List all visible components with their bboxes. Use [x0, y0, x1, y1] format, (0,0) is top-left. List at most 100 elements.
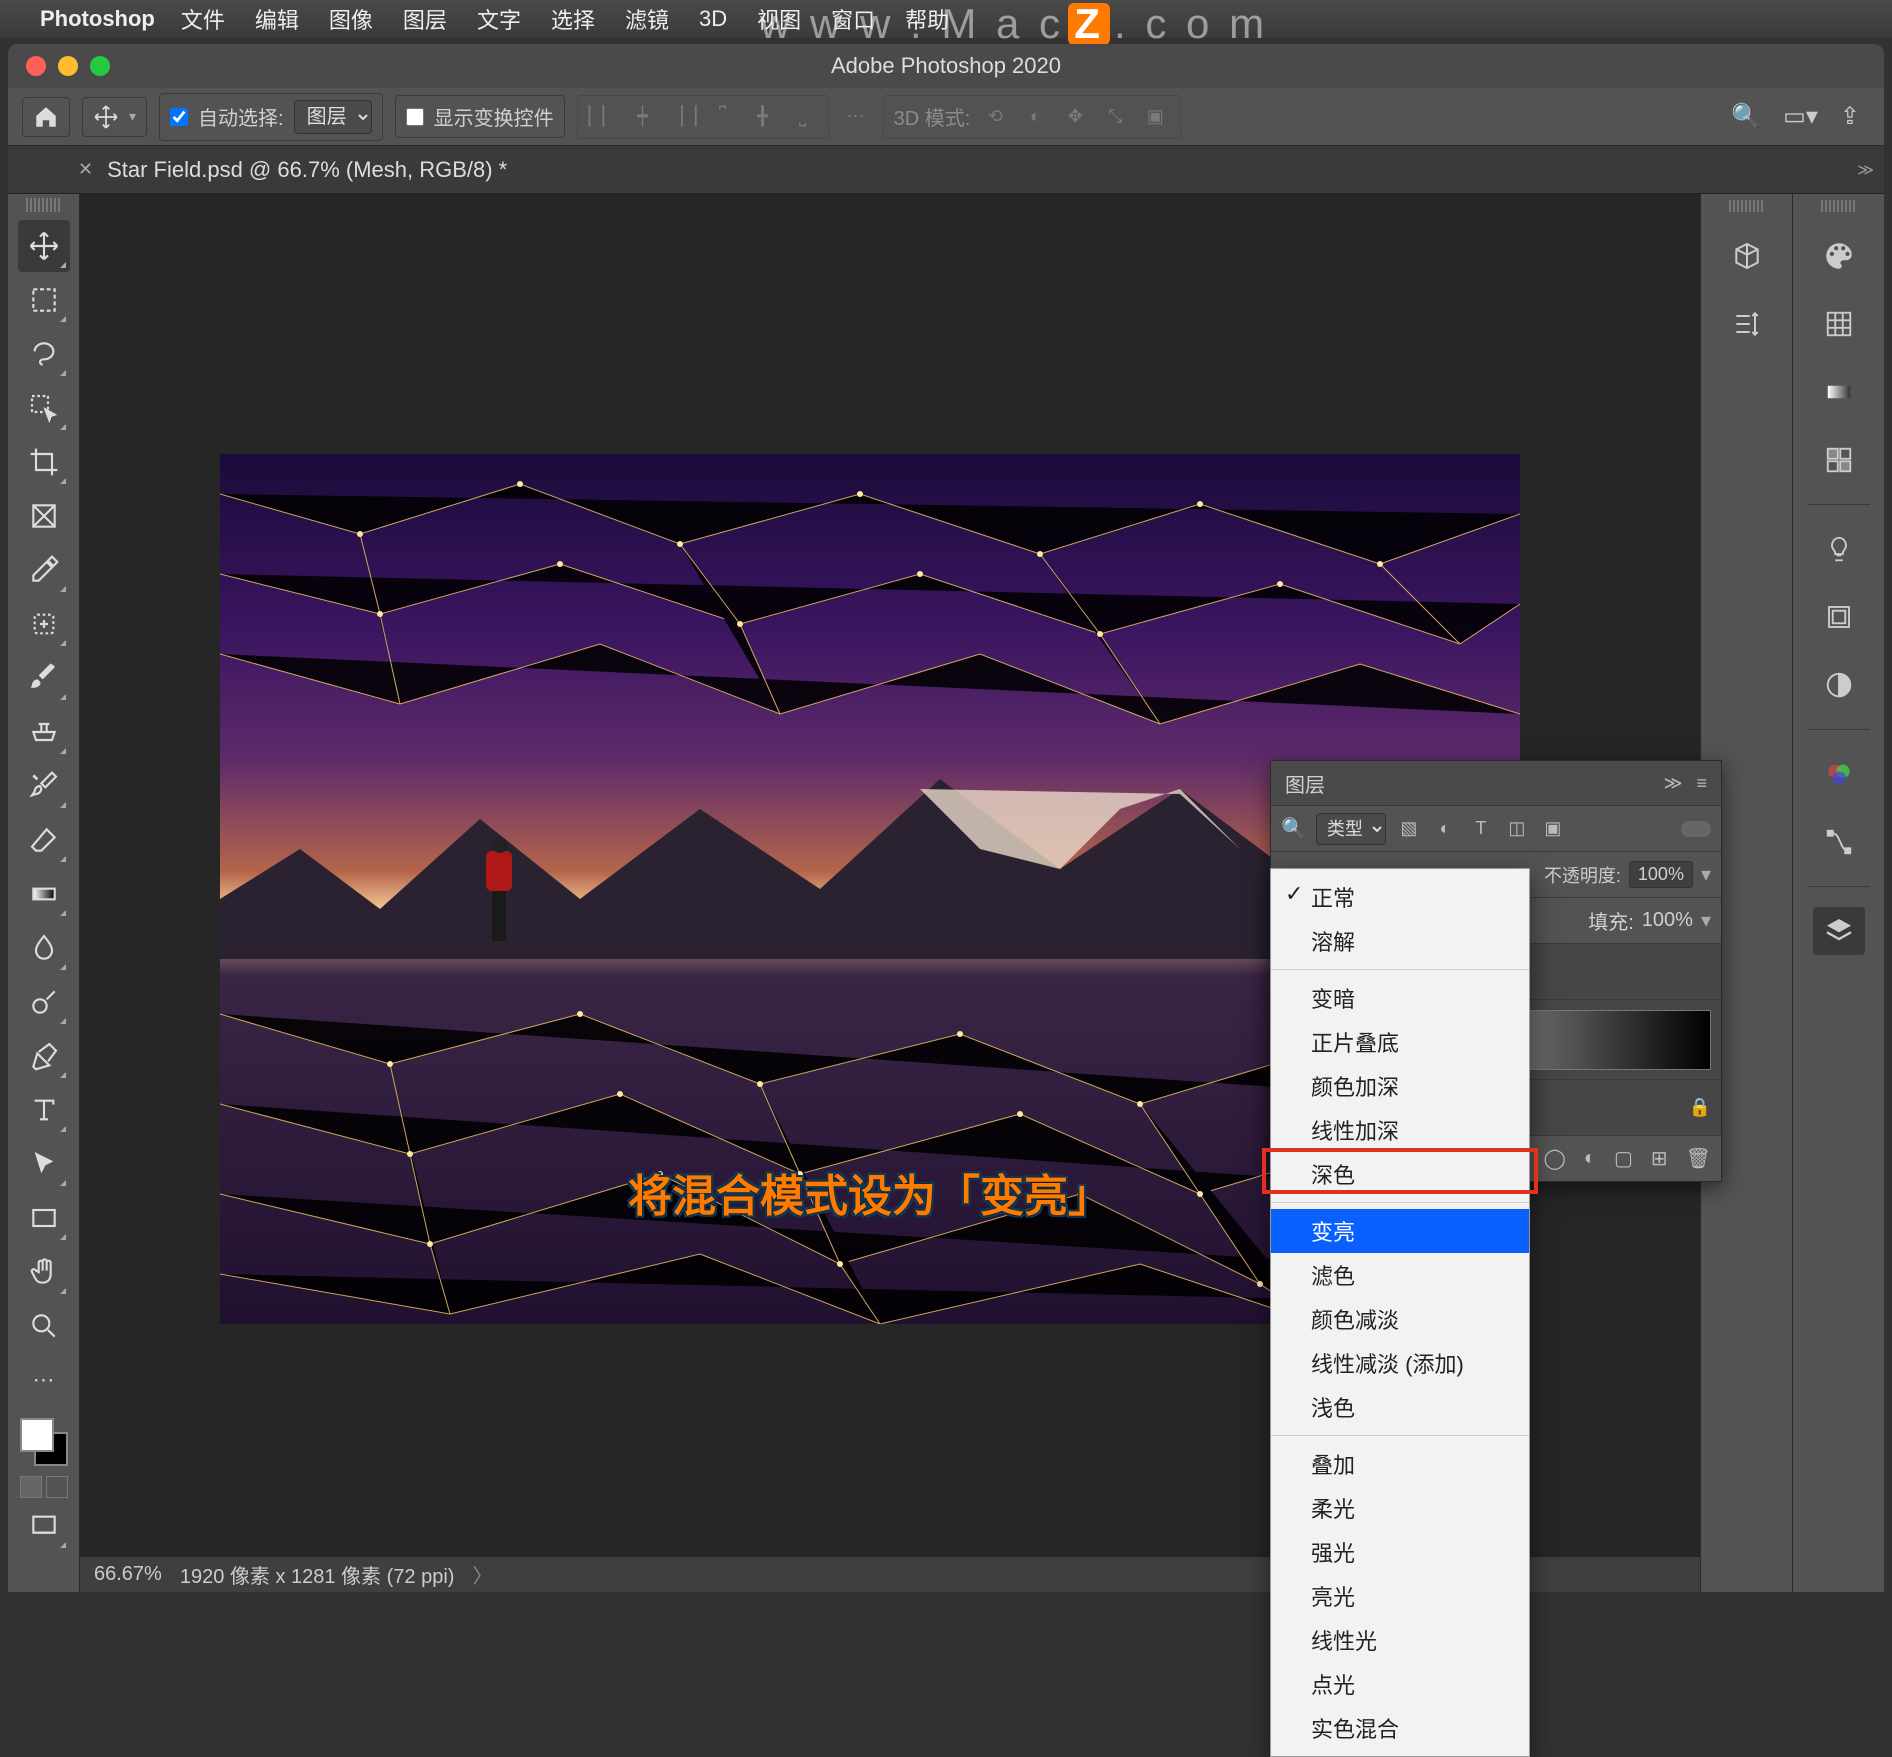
blend-opt-darkercolor[interactable]: 深色 [1271, 1152, 1529, 1196]
align-middle-icon[interactable]: ╋ [748, 102, 778, 132]
filter-type-icon[interactable]: T [1468, 816, 1494, 842]
align-right-icon[interactable]: ▕▕ [668, 102, 698, 132]
blend-opt-vividlight[interactable]: 亮光 [1271, 1574, 1529, 1618]
new-layer-icon[interactable]: ⊞ [1651, 1146, 1668, 1171]
filter-shape-icon[interactable]: ◫ [1504, 816, 1530, 842]
gradients-panel-icon[interactable] [1813, 368, 1865, 416]
blend-opt-pinlight[interactable]: 点光 [1271, 1662, 1529, 1706]
eraser-tool[interactable] [18, 814, 70, 866]
auto-select-checkbox[interactable] [170, 108, 188, 126]
healing-brush-tool[interactable] [18, 598, 70, 650]
menu-type[interactable]: 文字 [477, 3, 521, 35]
document-tab[interactable]: ✕ Star Field.psd @ 66.7% (Mesh, RGB/8) * [78, 157, 507, 183]
arrange-panel-icon[interactable] [1721, 300, 1773, 348]
blend-mode-dropdown[interactable]: 正常 溶解 变暗 正片叠底 颜色加深 线性加深 深色 变亮 滤色 颜色减淡 线性… [1270, 868, 1530, 1757]
blend-opt-colordodge[interactable]: 颜色减淡 [1271, 1297, 1529, 1341]
layer-mask-icon[interactable]: ◯ [1543, 1146, 1565, 1171]
auto-select-dropdown[interactable]: 图层 [294, 100, 372, 134]
blend-opt-lighten[interactable]: 变亮 [1271, 1209, 1529, 1253]
fill-value[interactable]: 100% [1642, 909, 1693, 932]
align-center-h-icon[interactable]: ┿ [628, 102, 658, 132]
menu-edit[interactable]: 编辑 [255, 3, 299, 35]
dock-a-grip[interactable] [1729, 200, 1765, 212]
layers-panel-icon[interactable] [1813, 907, 1865, 955]
toolbox-grip[interactable] [26, 198, 62, 212]
app-name[interactable]: Photoshop [40, 6, 155, 32]
dock-b-grip[interactable] [1821, 200, 1857, 212]
blend-opt-multiply[interactable]: 正片叠底 [1271, 1020, 1529, 1064]
pen-tool[interactable] [18, 1030, 70, 1082]
crop-tool[interactable] [18, 436, 70, 488]
filter-pixel-icon[interactable]: ▧ [1396, 816, 1422, 842]
blend-opt-dissolve[interactable]: 溶解 [1271, 919, 1529, 963]
3d-roll-icon[interactable]: ◐ [1020, 102, 1050, 132]
home-button[interactable] [22, 97, 70, 137]
learn-panel-icon[interactable] [1813, 525, 1865, 573]
3d-panel-icon[interactable] [1721, 232, 1773, 280]
blend-opt-darken[interactable]: 变暗 [1271, 976, 1529, 1020]
history-brush-tool[interactable] [18, 760, 70, 812]
filter-adjust-icon[interactable]: ◐ [1432, 816, 1458, 842]
layers-panel-title[interactable]: 图层 [1285, 769, 1325, 798]
layer-filter-select[interactable]: 类型 [1316, 813, 1386, 845]
lasso-tool[interactable] [18, 328, 70, 380]
filter-toggle-icon[interactable] [1681, 821, 1711, 837]
more-align-icon[interactable]: ⋯ [841, 102, 871, 132]
menu-file[interactable]: 文件 [181, 3, 225, 35]
type-tool[interactable] [18, 1084, 70, 1136]
screen-mode-button[interactable] [18, 1500, 70, 1552]
foreground-color-swatch[interactable] [20, 1418, 54, 1452]
move-tool[interactable] [18, 220, 70, 272]
move-tool-indicator[interactable]: ▾ [82, 97, 147, 137]
new-group-icon[interactable]: ▢ [1614, 1146, 1633, 1171]
collapse-panels-icon[interactable]: ≫ [1857, 160, 1874, 180]
gradient-tool[interactable] [18, 868, 70, 920]
opacity-value[interactable]: 100% [1629, 861, 1693, 888]
tab-close-icon[interactable]: ✕ [78, 159, 93, 180]
blend-opt-linearburn[interactable]: 线性加深 [1271, 1108, 1529, 1152]
new-adjustment-icon[interactable]: ◐ [1584, 1147, 1596, 1170]
color-panel-icon[interactable] [1813, 232, 1865, 280]
blend-opt-normal[interactable]: 正常 [1271, 875, 1529, 919]
dodge-tool[interactable] [18, 976, 70, 1028]
menu-3d[interactable]: 3D [699, 6, 727, 32]
adjustments-panel-icon[interactable] [1813, 661, 1865, 709]
hand-tool[interactable] [18, 1246, 70, 1298]
blend-opt-screen[interactable]: 滤色 [1271, 1253, 1529, 1297]
3d-orbit-icon[interactable]: ⟲ [980, 102, 1010, 132]
zoom-tool[interactable] [18, 1300, 70, 1352]
3d-pan-icon[interactable]: ✥ [1060, 102, 1090, 132]
patterns-panel-icon[interactable] [1813, 436, 1865, 484]
menu-layer[interactable]: 图层 [403, 3, 447, 35]
channels-panel-icon[interactable] [1813, 750, 1865, 798]
menu-select[interactable]: 选择 [551, 3, 595, 35]
share-icon[interactable]: ⇪ [1840, 102, 1860, 131]
quickmask-mode-icon[interactable] [46, 1476, 68, 1498]
delete-layer-icon[interactable]: 🗑 [1686, 1146, 1711, 1171]
3d-slide-icon[interactable]: ⤡ [1100, 102, 1130, 132]
show-transform-checkbox[interactable] [406, 108, 424, 126]
libraries-panel-icon[interactable] [1813, 593, 1865, 641]
3d-camera-icon[interactable]: ▣ [1140, 102, 1170, 132]
panel-menu-icon[interactable]: ≡ [1696, 773, 1707, 794]
standard-mode-icon[interactable] [20, 1476, 42, 1498]
blend-opt-overlay[interactable]: 叠加 [1271, 1442, 1529, 1486]
object-select-tool[interactable] [18, 382, 70, 434]
path-select-tool[interactable] [18, 1138, 70, 1190]
filter-smart-icon[interactable]: ▣ [1540, 816, 1566, 842]
clone-stamp-tool[interactable] [18, 706, 70, 758]
mask-mode-toggle[interactable] [20, 1476, 68, 1498]
blend-opt-lineardodge[interactable]: 线性减淡 (添加) [1271, 1341, 1529, 1385]
align-top-icon[interactable]: ⎴ [708, 102, 738, 132]
color-swatches[interactable] [18, 1416, 70, 1468]
align-left-icon[interactable]: ▏▏ [588, 102, 618, 132]
menu-image[interactable]: 图像 [329, 3, 373, 35]
frame-tool[interactable] [18, 490, 70, 542]
marquee-tool[interactable] [18, 274, 70, 326]
blend-opt-softlight[interactable]: 柔光 [1271, 1486, 1529, 1530]
blend-opt-linearlight[interactable]: 线性光 [1271, 1618, 1529, 1662]
rectangle-tool[interactable] [18, 1192, 70, 1244]
workspace-icon[interactable]: ▭▾ [1783, 102, 1818, 131]
blend-opt-hardlight[interactable]: 强光 [1271, 1530, 1529, 1574]
blend-opt-hardmix[interactable]: 实色混合 [1271, 1706, 1529, 1750]
